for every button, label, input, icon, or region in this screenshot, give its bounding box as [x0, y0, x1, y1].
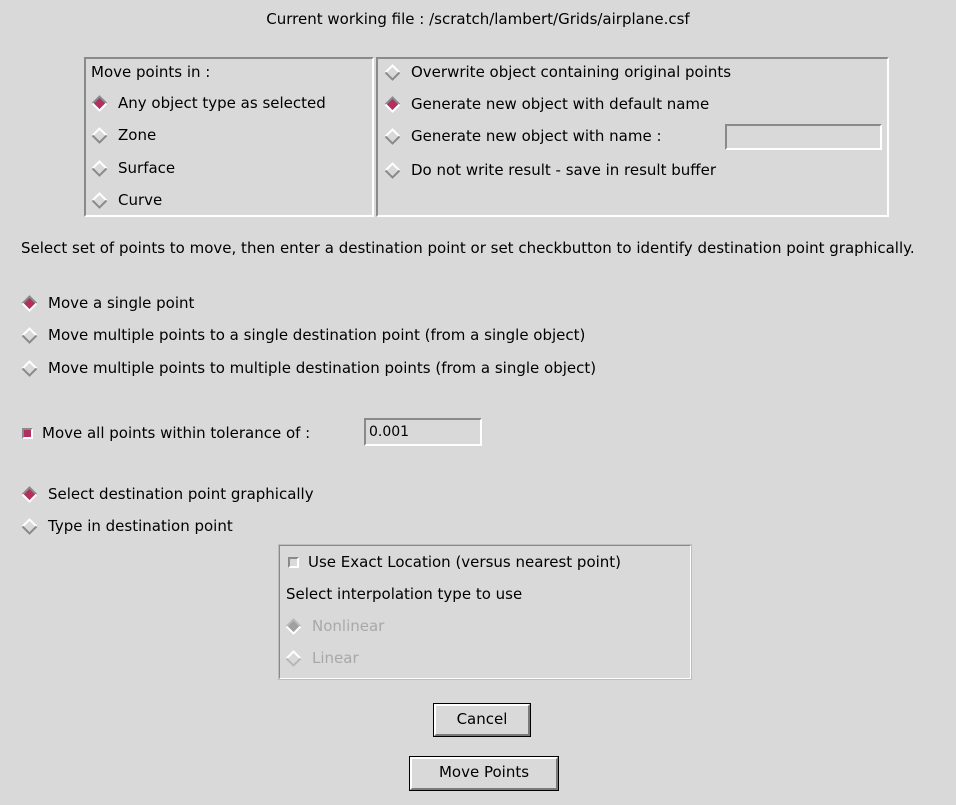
- radio-diamond-icon: [21, 326, 48, 344]
- radio-diamond-icon: [384, 63, 411, 81]
- interpolation-heading: Select interpolation type to use: [286, 585, 523, 603]
- radio-diamond-icon: [91, 126, 118, 144]
- radio-diamond-icon: [285, 617, 312, 635]
- radio-move-multi-multi[interactable]: Move multiple points to multiple destina…: [21, 359, 596, 377]
- radio-move-single[interactable]: Move a single point: [21, 294, 194, 312]
- radio-diamond-icon: [21, 485, 48, 503]
- radio-move-multi-single[interactable]: Move multiple points to a single destina…: [21, 326, 585, 344]
- radio-curve[interactable]: Curve: [91, 191, 162, 209]
- radio-surface[interactable]: Surface: [91, 159, 175, 177]
- cancel-button[interactable]: Cancel: [433, 703, 531, 737]
- radio-select-graphically[interactable]: Select destination point graphically: [21, 485, 314, 503]
- object-type-heading: Move points in :: [91, 63, 211, 81]
- radio-diamond-icon: [21, 294, 48, 312]
- radio-diamond-icon: [21, 359, 48, 377]
- radio-nonlinear[interactable]: Nonlinear: [285, 617, 384, 635]
- checkbox-icon: [288, 556, 299, 568]
- radio-new-name[interactable]: Generate new object with name :: [384, 127, 662, 145]
- radio-diamond-icon: [384, 95, 411, 113]
- tolerance-input[interactable]: [364, 418, 482, 446]
- radio-diamond-icon: [91, 159, 118, 177]
- radio-no-write[interactable]: Do not write result - save in result buf…: [384, 161, 716, 179]
- working-file-label: Current working file : /scratch/lambert/…: [266, 10, 690, 28]
- radio-linear[interactable]: Linear: [285, 649, 359, 667]
- radio-diamond-icon: [91, 191, 118, 209]
- radio-overwrite[interactable]: Overwrite object containing original poi…: [384, 63, 731, 81]
- move-points-button[interactable]: Move Points: [409, 756, 559, 791]
- radio-diamond-icon: [384, 127, 411, 145]
- checkbox-icon: [22, 427, 33, 439]
- radio-type-in[interactable]: Type in destination point: [21, 517, 233, 535]
- radio-diamond-icon: [21, 517, 48, 535]
- radio-diamond-icon: [91, 94, 118, 112]
- radio-any-object[interactable]: Any object type as selected: [91, 94, 326, 112]
- new-name-input[interactable]: [725, 124, 882, 150]
- radio-default-name[interactable]: Generate new object with default name: [384, 95, 709, 113]
- instructions-text: Select set of points to move, then enter…: [21, 239, 915, 257]
- radio-diamond-icon: [285, 649, 312, 667]
- tolerance-checkbox[interactable]: Move all points within tolerance of :: [22, 424, 310, 442]
- radio-diamond-icon: [384, 161, 411, 179]
- exact-location-checkbox[interactable]: Use Exact Location (versus nearest point…: [288, 553, 621, 571]
- radio-zone[interactable]: Zone: [91, 126, 156, 144]
